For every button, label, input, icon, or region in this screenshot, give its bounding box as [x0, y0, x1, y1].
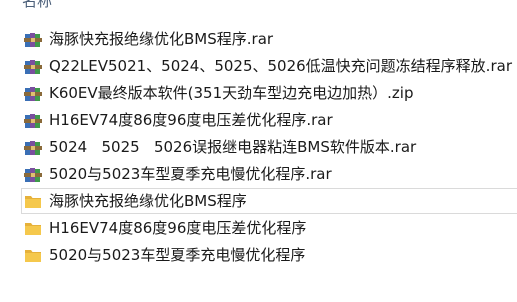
file-row[interactable]: 5020与5023车型夏季充电慢优化程序.rar: [0, 161, 517, 187]
folder-icon: [24, 220, 42, 237]
folder-icon: [24, 247, 42, 264]
file-row[interactable]: 海豚快充报绝缘优化BMS程序.rar: [0, 26, 517, 52]
file-row[interactable]: K60EV最终版本软件(351天劲车型边充电边加热）.zip: [0, 80, 517, 106]
winrar-archive-icon: [24, 58, 42, 75]
winrar-archive-icon: [24, 31, 42, 48]
file-row[interactable]: H16EV74度86度96度电压差优化程序.rar: [0, 107, 517, 133]
file-name: 5020与5023车型夏季充电慢优化程序.rar: [49, 165, 332, 183]
file-name: Q22LEV5021、5024、5025、5026低温快充问题冻结程序释放.ra…: [49, 57, 512, 75]
folder-icon: [24, 193, 42, 210]
folder-row[interactable]: H16EV74度86度96度电压差优化程序: [0, 215, 517, 241]
column-header-label: 名称: [22, 0, 53, 10]
winrar-archive-icon: [24, 166, 42, 183]
file-name: 海豚快充报绝缘优化BMS程序.rar: [49, 30, 274, 48]
folder-row[interactable]: 5020与5023车型夏季充电慢优化程序: [0, 242, 517, 268]
folder-name: H16EV74度86度96度电压差优化程序: [49, 219, 307, 237]
folder-row-selected[interactable]: 海豚快充报绝缘优化BMS程序: [0, 188, 517, 214]
folder-name: 海豚快充报绝缘优化BMS程序: [49, 192, 247, 210]
file-row[interactable]: 5024 5025 5026误报继电器粘连BMS软件版本.rar: [0, 134, 517, 160]
winrar-archive-icon: [24, 139, 42, 156]
folder-name: 5020与5023车型夏季充电慢优化程序: [49, 246, 306, 264]
winrar-archive-icon: [24, 85, 42, 102]
winrar-archive-icon: [24, 112, 42, 129]
file-name: K60EV最终版本软件(351天劲车型边充电边加热）.zip: [49, 84, 414, 102]
file-name: H16EV74度86度96度电压差优化程序.rar: [49, 111, 333, 129]
column-header-name[interactable]: 名称: [22, 0, 52, 11]
file-name: 5024 5025 5026误报继电器粘连BMS软件版本.rar: [49, 138, 417, 156]
file-row[interactable]: Q22LEV5021、5024、5025、5026低温快充问题冻结程序释放.ra…: [0, 53, 517, 79]
